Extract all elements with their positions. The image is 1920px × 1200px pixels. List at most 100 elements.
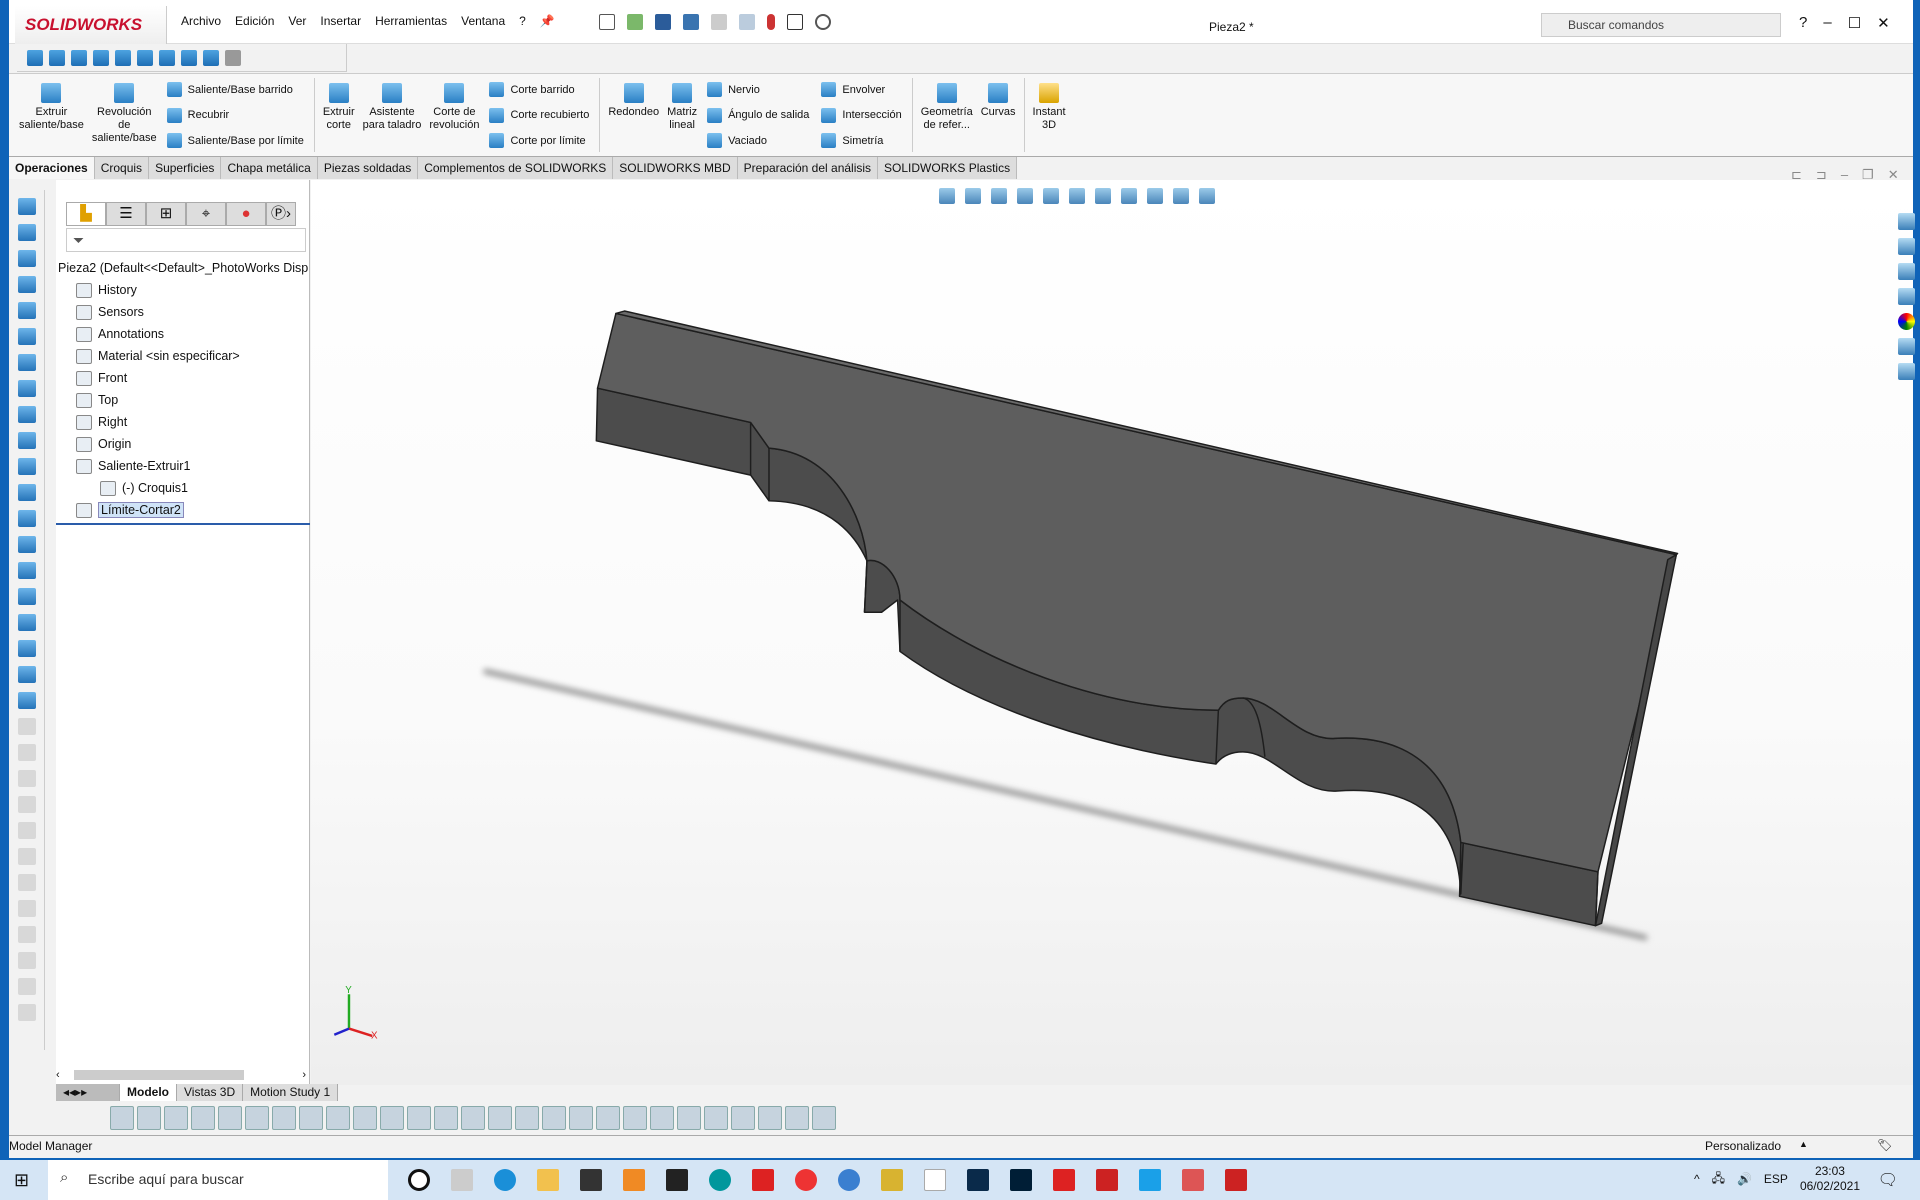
notifications-icon[interactable]: 🗨 (1878, 1170, 1898, 1190)
clear-filters-icon[interactable] (83, 1106, 107, 1130)
indent-icon[interactable] (17, 562, 36, 579)
tab-operaciones[interactable]: Operaciones (9, 157, 95, 179)
search-commands-input[interactable]: Buscar comandos (1541, 13, 1781, 37)
isometric-view-icon[interactable] (181, 50, 197, 66)
units-arrow-icon[interactable]: ▲ (1799, 1139, 1808, 1149)
solidworks-logo[interactable]: SOLIDWORKS (15, 6, 167, 44)
linear-pattern-button[interactable]: Matriz lineal (663, 78, 701, 152)
tree-filter-icon[interactable]: ⏷ (66, 228, 306, 252)
tree-item[interactable]: Right (56, 411, 310, 433)
filter-icon[interactable] (29, 1106, 53, 1130)
pen-icon[interactable] (225, 50, 241, 66)
ref-geometry-icon[interactable] (17, 692, 36, 709)
tree-item[interactable]: Front (56, 367, 310, 389)
file-explorer-icon[interactable] (1898, 263, 1915, 280)
open-icon[interactable] (627, 14, 643, 30)
menu-edicion[interactable]: Edición (235, 14, 274, 28)
tree-item[interactable]: Sensors (56, 301, 310, 323)
fillet-icon[interactable] (17, 328, 36, 345)
view-palette-icon[interactable] (1898, 288, 1915, 305)
curve-icon[interactable] (17, 666, 36, 683)
surface-finish-icon[interactable] (515, 1106, 539, 1130)
viewport-minimize-icon[interactable]: – (1841, 167, 1848, 183)
print-icon[interactable] (683, 14, 699, 30)
disabled-tool-icon[interactable] (17, 848, 36, 865)
menu-archivo[interactable]: Archivo (181, 14, 221, 28)
trimetric-view-icon[interactable] (203, 50, 219, 66)
chrome-icon[interactable] (795, 1169, 817, 1191)
viewport-close-icon[interactable]: ✕ (1888, 167, 1899, 183)
routing-points-icon[interactable] (812, 1106, 836, 1130)
tree-root[interactable]: Pieza2 (Default<<Default>_PhotoWorks Dis… (56, 257, 310, 279)
datum-targets-icon[interactable] (596, 1106, 620, 1130)
dimensions-icon[interactable] (488, 1106, 512, 1130)
clock[interactable]: 23:03 06/02/2021 (1800, 1164, 1860, 1194)
graphics-viewport[interactable]: ⊏ ⊐ – ❐ ✕ (311, 167, 1915, 1085)
tab-complementos[interactable]: Complementos de SOLIDWORKS (418, 157, 614, 179)
geometric-tolerance-icon[interactable] (542, 1106, 566, 1130)
language-indicator[interactable]: ESP (1764, 1172, 1788, 1186)
solidworks-2016-icon[interactable] (1096, 1169, 1118, 1191)
bottom-view-icon[interactable] (159, 50, 175, 66)
chamfer-icon[interactable] (17, 354, 36, 371)
surface-bodies-icon[interactable] (245, 1106, 269, 1130)
swept-cut-button[interactable]: Corte barrido (489, 82, 589, 97)
section-view-icon[interactable] (1017, 188, 1033, 204)
tab-superficies[interactable]: Superficies (149, 157, 222, 179)
flex-icon[interactable] (17, 510, 36, 527)
boundary-boss-button[interactable]: Saliente/Base por límite (166, 133, 304, 148)
close-button[interactable]: ✕ (1877, 14, 1890, 32)
disabled-tool-icon[interactable] (17, 718, 36, 735)
reference-geometry-button[interactable]: Geometría de refer... (917, 78, 977, 152)
draft-icon[interactable] (17, 380, 36, 397)
hole-callout-icon[interactable] (650, 1106, 674, 1130)
front-view-icon[interactable] (49, 50, 65, 66)
vertices-icon[interactable] (164, 1106, 188, 1130)
disabled-tool-icon[interactable] (17, 770, 36, 787)
boundary-icon[interactable] (17, 302, 36, 319)
tab-modelo[interactable]: Modelo (120, 1084, 177, 1101)
edit-appearance-icon[interactable] (1147, 188, 1163, 204)
right-view-icon[interactable] (115, 50, 131, 66)
app-icon[interactable] (838, 1169, 860, 1191)
disabled-tool-icon[interactable] (17, 926, 36, 943)
top-view-icon[interactable] (137, 50, 153, 66)
taskbar-search-input[interactable]: ⌕ Escribe aquí para buscar (48, 1160, 388, 1200)
wrap-icon[interactable] (17, 458, 36, 475)
filter-toggle-icon[interactable] (56, 1106, 80, 1130)
centerline-icon[interactable] (461, 1106, 485, 1130)
tree-item[interactable]: Saliente-Extruir1 (56, 455, 310, 477)
solid-bodies-icon[interactable] (272, 1106, 296, 1130)
lightroom-icon[interactable] (967, 1169, 989, 1191)
view-settings-icon[interactable] (1199, 188, 1215, 204)
left-view-icon[interactable] (93, 50, 109, 66)
tree-item[interactable]: History (56, 279, 310, 301)
cosmetic-threads-icon[interactable] (731, 1106, 755, 1130)
select-icon[interactable] (739, 14, 755, 30)
disabled-tool-icon[interactable] (17, 952, 36, 969)
dimxpert-tab-icon[interactable]: ⌖ (186, 202, 226, 226)
disabled-tool-icon[interactable] (17, 744, 36, 761)
foxit-icon[interactable] (752, 1169, 774, 1191)
menu-help[interactable]: ? (519, 14, 526, 28)
revolve-icon[interactable] (17, 224, 36, 241)
file-properties-icon[interactable] (787, 14, 803, 30)
shell-icon[interactable] (17, 406, 36, 423)
extrude-icon[interactable] (17, 198, 36, 215)
mirror-icon[interactable] (17, 614, 36, 631)
wrap-button[interactable]: Envolver (821, 82, 901, 97)
revolve-boss-button[interactable]: Revolución de saliente/base (88, 78, 161, 152)
fillet-button[interactable]: Redondeo (604, 78, 663, 152)
revolve-cut-button[interactable]: Corte de revolución (425, 78, 483, 152)
dynamic-annotation-icon[interactable] (1043, 188, 1059, 204)
photoview-tab-icon[interactable]: Ⓟ› (266, 202, 296, 226)
rib-button[interactable]: Nervio (707, 82, 809, 97)
menu-ventana[interactable]: Ventana (461, 14, 505, 28)
forum-icon[interactable] (1898, 363, 1915, 380)
maximize-button[interactable]: ☐ (1848, 14, 1861, 32)
tree-item[interactable]: Origin (56, 433, 310, 455)
menu-insertar[interactable]: Insertar (320, 14, 361, 28)
tree-item[interactable]: Top (56, 389, 310, 411)
disabled-tool-icon[interactable] (17, 822, 36, 839)
tree-item[interactable]: Límite-Cortar2 (56, 499, 310, 521)
